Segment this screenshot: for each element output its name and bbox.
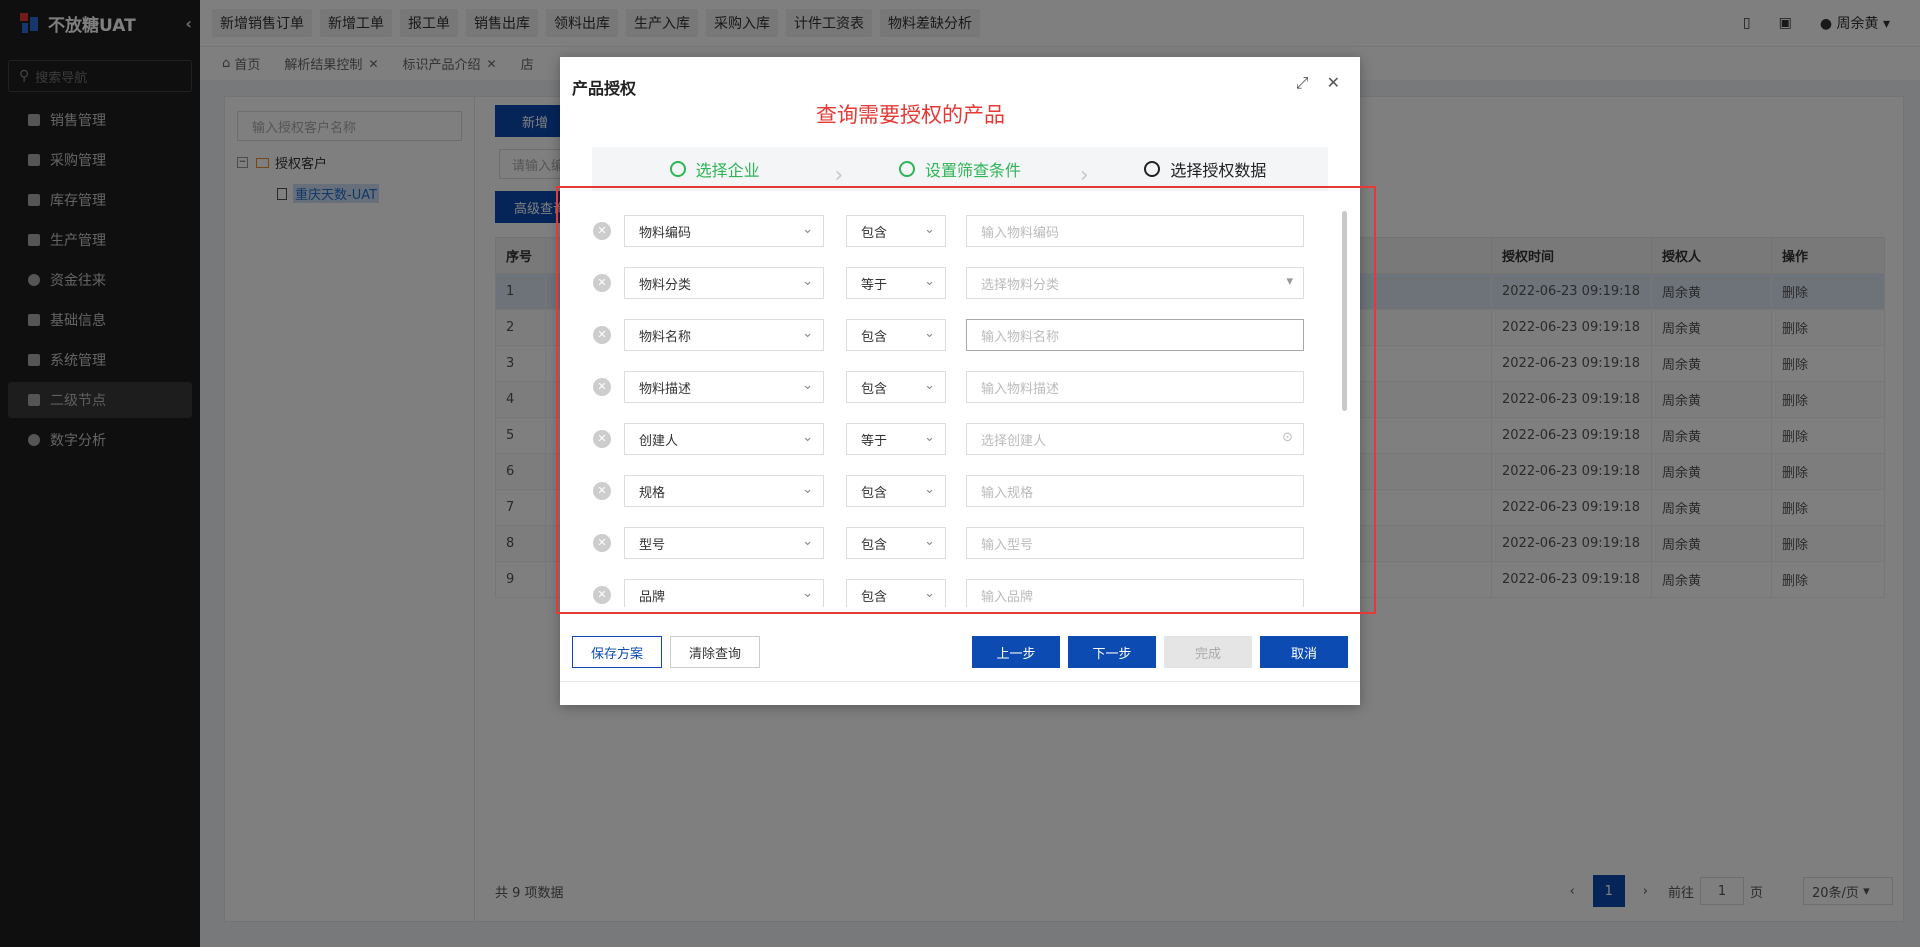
prev-step-button[interactable]: 上一步 (972, 636, 1060, 668)
modal-controls: ⤢ ✕ (1296, 73, 1340, 93)
highlight-box (556, 186, 1376, 614)
product-auth-modal: 产品授权 ⤢ ✕ 查询需要授权的产品 选择企业 › 设置筛查条件 › 选择授权数… (556, 57, 1376, 705)
save-plan-button[interactable]: 保存方案 (572, 636, 662, 668)
step-label: 选择授权数据 (1170, 161, 1267, 180)
step-select-data: 选择授权数据 (1083, 157, 1328, 181)
close-icon[interactable]: ✕ (1327, 73, 1340, 93)
clear-query-button[interactable]: 清除查询 (670, 636, 760, 668)
annotation-text: 查询需要授权的产品 (816, 103, 1005, 127)
step-label: 选择企业 (695, 161, 760, 180)
next-step-button[interactable]: 下一步 (1068, 636, 1156, 668)
fullscreen-icon[interactable]: ⤢ (1296, 73, 1309, 93)
modal-footer: 保存方案 清除查询 上一步 下一步 完成 取消 (572, 636, 1348, 668)
check-circle-icon (898, 161, 915, 177)
modal-title: 产品授权 (572, 79, 637, 98)
divider (560, 681, 1360, 682)
finish-button: 完成 (1164, 636, 1252, 668)
app-root: 不放糖UAT ‹ ⚲ 搜索导航 销售管理 采购管理 库存管理 生产管理 资金往来… (0, 0, 1920, 947)
circle-icon (1144, 161, 1161, 177)
check-circle-icon (669, 161, 686, 177)
step-select-company: 选择企业 › (592, 157, 843, 188)
step-set-conditions: 设置筛查条件 › (837, 157, 1089, 188)
cancel-button[interactable]: 取消 (1260, 636, 1348, 668)
modal-overlay: 产品授权 ⤢ ✕ 查询需要授权的产品 选择企业 › 设置筛查条件 › 选择授权数… (0, 0, 1920, 947)
steps: 选择企业 › 设置筛查条件 › 选择授权数据 (592, 147, 1328, 191)
step-label: 设置筛查条件 (924, 161, 1021, 180)
